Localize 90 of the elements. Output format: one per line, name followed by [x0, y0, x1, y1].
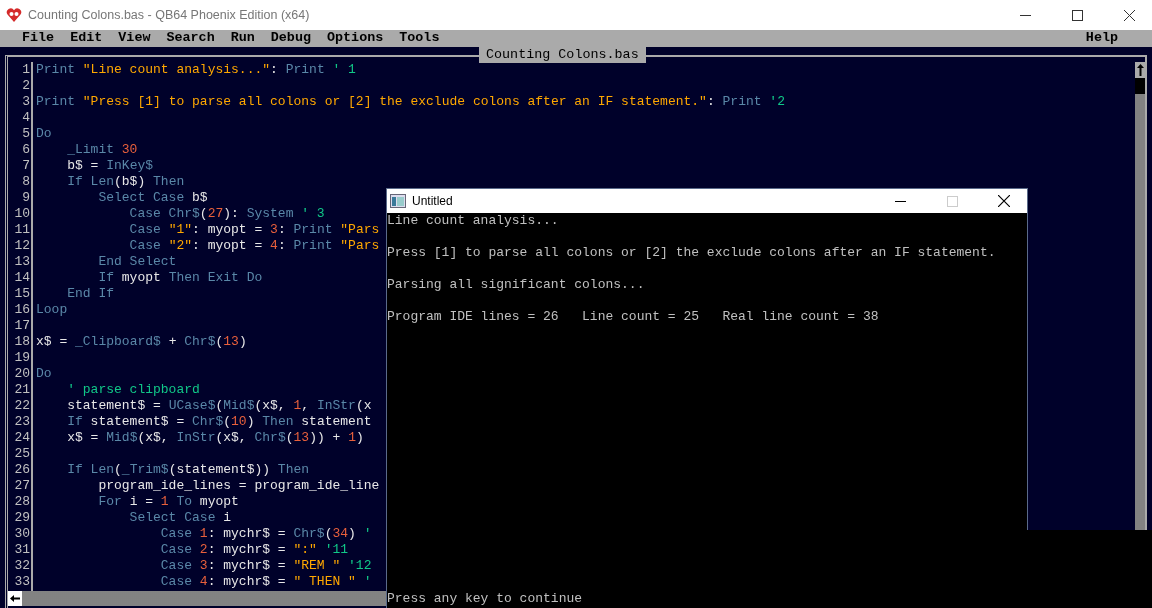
- code-line: Case Chr$(27): System ' 3: [128, 206, 325, 222]
- console-output-line: Press [1] to parse all colons or [2] the exclude colons after an IF statement.: [387, 245, 996, 261]
- console-prompt: Press any key to continue: [387, 591, 583, 607]
- menu-item[interactable]: Tools: [399, 28, 440, 49]
- code-line: Case "1": myopt = 3: Print "Pars: [128, 222, 380, 238]
- console-icon: [390, 194, 406, 208]
- code-line: End Select: [97, 254, 177, 270]
- line-number: 20: [13, 366, 31, 382]
- maximize-icon: [946, 195, 958, 207]
- line-number: 29: [13, 510, 31, 526]
- line-number: 31: [13, 542, 31, 558]
- line-number: 16: [13, 302, 31, 318]
- menu-item[interactable]: Search: [166, 28, 215, 49]
- line-number: 9: [21, 190, 31, 206]
- code-line: x$ = _Clipboard$ + Chr$(13): [36, 334, 247, 350]
- app-icon: [6, 7, 22, 23]
- line-number: 32: [13, 558, 31, 574]
- maximize-icon: [1071, 9, 1083, 21]
- code-line: If Len(b$) Then: [66, 174, 185, 190]
- window-title: Untitled: [412, 193, 453, 210]
- line-number: 14: [13, 270, 31, 286]
- console-output-line: Line count analysis...: [387, 213, 559, 229]
- line-number: 18: [13, 334, 31, 350]
- line-number: 8: [21, 174, 31, 190]
- code-line: Select Case b$: [97, 190, 208, 206]
- scroll-thumb[interactable]: [1135, 78, 1145, 94]
- line-number: 11: [13, 222, 31, 238]
- line-number: 15: [13, 286, 31, 302]
- line-number: 28: [13, 494, 31, 510]
- line-number: 12: [13, 238, 31, 254]
- line-number: 10: [13, 206, 31, 222]
- line-number: 13: [13, 254, 31, 270]
- line-number: 24: [13, 430, 31, 446]
- code-line: x$ = Mid$(x$, InStr(x$, Chr$(13)) + 1): [66, 430, 364, 446]
- code-line: Loop: [36, 302, 68, 318]
- code-line: Select Case i: [128, 510, 232, 526]
- code-line: Print "Line count analysis...": Print ' 1: [36, 62, 356, 78]
- menu-item[interactable]: Run: [230, 28, 255, 49]
- code-line: statement$ = UCase$(Mid$(x$, 1, InStr(x: [66, 398, 372, 414]
- close-icon: [998, 195, 1010, 207]
- console-output-line: Parsing all significant colons...: [387, 277, 645, 293]
- line-number: 26: [13, 462, 31, 478]
- file-tab[interactable]: Counting Colons.bas: [479, 47, 646, 63]
- scroll-left-button[interactable]: [8, 591, 22, 606]
- code-line: Do: [36, 126, 52, 142]
- horizontal-scrollbar[interactable]: [22, 591, 386, 606]
- menu-item[interactable]: Debug: [270, 28, 311, 49]
- left-arrow-icon: [10, 595, 20, 602]
- code-line: program_ide_lines = program_ide_line: [97, 478, 380, 494]
- line-number: 19: [13, 350, 31, 366]
- line-number: 33: [13, 574, 31, 590]
- up-arrow-icon: [1136, 64, 1144, 76]
- line-number: 25: [13, 446, 31, 462]
- window-title: Counting Colons.bas - QB64 Phoenix Edition (x64): [28, 6, 310, 24]
- line-number: 21: [13, 382, 31, 398]
- code-line: If Len(_Trim$(statement$)) Then: [66, 462, 310, 478]
- code-line: Do: [36, 366, 52, 382]
- line-number: 30: [13, 526, 31, 542]
- code-line: If myopt Then Exit Do: [97, 270, 263, 286]
- line-number: 22: [13, 398, 31, 414]
- line-number: 23: [13, 414, 31, 430]
- code-line: If statement$ = Chr$(10) Then statement: [66, 414, 372, 430]
- code-line: Case 4: mychr$ = " THEN " ': [159, 574, 372, 590]
- line-number: 17: [13, 318, 31, 334]
- line-number: 3: [21, 94, 31, 110]
- code-line: _Limit 30: [66, 142, 138, 158]
- menu-item[interactable]: Edit: [70, 28, 103, 49]
- code-line: Print "Press [1] to parse all colons or [2] the exclude colons after an IF statement.": Print '2: [36, 94, 785, 110]
- code-line: End If: [66, 286, 114, 302]
- line-number: 1: [21, 62, 31, 78]
- line-number: 27: [13, 478, 31, 494]
- menu-item[interactable]: View: [118, 28, 151, 49]
- menu-item[interactable]: Options: [327, 28, 384, 49]
- code-line: Case 2: mychr$ = ":" '11: [159, 542, 349, 558]
- code-line: Case "2": myopt = 4: Print "Pars: [128, 238, 380, 254]
- line-number: 2: [21, 78, 31, 94]
- console-output-line: Program IDE lines = 26 Line count = 25 Real line count = 38: [387, 309, 879, 325]
- close-icon: [1123, 9, 1135, 21]
- code-line: For i = 1 To myopt: [97, 494, 239, 510]
- line-number: 5: [21, 126, 31, 142]
- help-menu[interactable]: Help: [1085, 28, 1118, 49]
- line-number: 6: [21, 142, 31, 158]
- code-line: ' parse clipboard: [66, 382, 200, 398]
- scroll-up-button[interactable]: [1135, 62, 1145, 78]
- code-line: b$ = InKey$: [66, 158, 154, 174]
- line-number: 4: [21, 110, 31, 126]
- code-line: Case 1: mychr$ = Chr$(34) ': [159, 526, 372, 542]
- code-line: Case 3: mychr$ = "REM " '12: [159, 558, 372, 574]
- menu-item[interactable]: File: [22, 28, 55, 49]
- line-number: 7: [21, 158, 31, 174]
